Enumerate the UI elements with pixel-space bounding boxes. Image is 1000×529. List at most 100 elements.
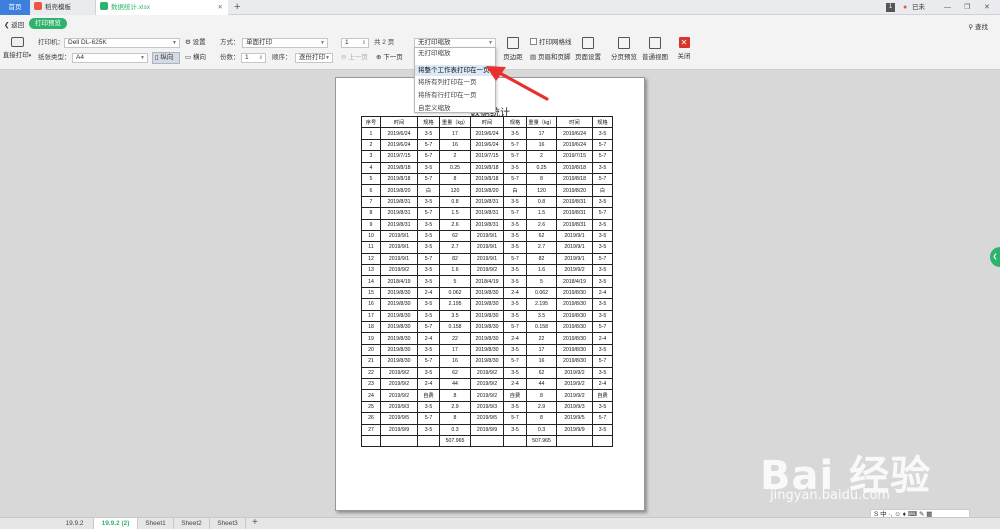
copies-input[interactable]: 1 ⇕ bbox=[241, 53, 266, 63]
close-preview-button[interactable]: ✕ 关闭 bbox=[674, 37, 694, 60]
normal-view-button[interactable]: 普通视图 bbox=[641, 37, 669, 61]
print-method-select[interactable]: 单面打印 ▼ bbox=[242, 38, 328, 48]
table-cell: 20 bbox=[361, 343, 381, 357]
next-page-button[interactable]: ⊕ 下一页 bbox=[376, 53, 403, 63]
table-cell: 3-5 bbox=[503, 161, 527, 174]
table-cell: 3-5 bbox=[592, 366, 613, 380]
table-cell: 6 bbox=[361, 184, 381, 197]
table-row: 25 2019/9/3 3-5 2.9 2019/9/3 3-5 2.9 2019/9/3 3-… bbox=[361, 400, 613, 414]
tab-home[interactable]: 首页 bbox=[0, 0, 30, 15]
new-tab-button[interactable]: + bbox=[234, 0, 240, 15]
dropdown-item[interactable]: 无打印缩放 bbox=[415, 48, 495, 59]
sheet-tab[interactable]: 19.9.2 bbox=[56, 518, 94, 529]
table-row: 20 2019/8/30 3-5 17 2019/8/30 3-5 17 2019/8/30 3… bbox=[361, 343, 613, 357]
table-cell: 3-5 bbox=[417, 229, 440, 243]
table-cell: 7 bbox=[361, 195, 381, 209]
table-cell: 24 bbox=[361, 389, 381, 402]
table-cell: 2019/9/1 bbox=[380, 229, 418, 243]
close-tab-icon[interactable]: ✕ bbox=[218, 0, 223, 15]
table-cell: 2019/8/31 bbox=[556, 195, 593, 209]
table-cell: 2019/8/30 bbox=[380, 309, 418, 323]
chevron-down-icon: ▼ bbox=[172, 40, 177, 46]
table-cell: 2019/8/31 bbox=[556, 218, 593, 231]
table-cell: 0.062 bbox=[439, 286, 471, 300]
back-button[interactable]: ❮ 返回 bbox=[4, 19, 24, 29]
prev-page-button[interactable]: ⊖ 上一页 bbox=[341, 53, 368, 63]
table-cell: 17 bbox=[439, 127, 471, 140]
table-cell: 3-5 bbox=[503, 400, 527, 414]
table-cell: 2019/8/31 bbox=[380, 218, 418, 231]
table-cell: 8 bbox=[361, 207, 381, 220]
page-number-input[interactable]: 1 ⇕ bbox=[341, 38, 369, 48]
close-icon: ✕ bbox=[678, 37, 690, 48]
table-cell: 2019/9/2 bbox=[470, 366, 504, 380]
printer-settings-button[interactable]: ⚙ 设置 bbox=[185, 38, 206, 48]
table-cell: 0.8 bbox=[439, 195, 471, 209]
table-cell: 0.3 bbox=[526, 423, 557, 436]
print-order-select[interactable]: 逐份打印 ▼ bbox=[295, 53, 333, 63]
sheet-tab[interactable]: Sheet3 bbox=[210, 518, 246, 529]
stepper-icon[interactable]: ⇕ bbox=[259, 54, 263, 62]
table-header-row: 序号 时间 规格 重量（kg） 时间 规格 重量（kg） 时间 规格 bbox=[361, 115, 613, 129]
sheet-tab-active[interactable]: 19.9.2 (2) bbox=[94, 518, 138, 529]
table-cell: 5-7 bbox=[592, 172, 613, 186]
minimize-icon[interactable]: — bbox=[944, 0, 951, 15]
dropdown-item[interactable]: 将所有行打印在一页 bbox=[415, 90, 495, 101]
portrait-button[interactable]: ▯ 纵向 bbox=[152, 52, 180, 64]
table-cell: 5-7 bbox=[592, 252, 613, 266]
table-cell: 3-5 bbox=[592, 275, 613, 288]
stepper-icon[interactable]: ⇕ bbox=[362, 39, 366, 47]
table-cell: 白 bbox=[417, 184, 440, 197]
table-cell: 2019/8/30 bbox=[380, 332, 418, 345]
table-cell: 2019/8/30 bbox=[380, 343, 418, 357]
side-panel-toggle[interactable]: ❮ bbox=[990, 247, 1000, 267]
landscape-button[interactable]: ▭ 横向 bbox=[185, 53, 206, 63]
table-cell: 2019/9/3 bbox=[380, 400, 418, 414]
find-button[interactable]: ⚲ 查找 bbox=[968, 21, 988, 31]
notification-badge[interactable]: 1 bbox=[886, 3, 895, 12]
close-window-icon[interactable]: ✕ bbox=[984, 0, 990, 15]
table-cell: 重量（kg） bbox=[526, 115, 557, 129]
table-cell: 2019/8/18 bbox=[380, 161, 418, 174]
table-cell: 0.8 bbox=[526, 195, 557, 209]
portrait-icon: ▯ bbox=[155, 54, 159, 61]
dropdown-item[interactable]: 将所有列打印在一页 bbox=[415, 77, 495, 88]
header-footer-button[interactable]: ▤ 页眉和页脚 bbox=[530, 53, 570, 63]
chevron-down-icon: ▼ bbox=[325, 55, 330, 61]
tab-docer-templates[interactable]: 稻壳模板 bbox=[30, 0, 96, 15]
page-break-preview-button[interactable]: 分页预览 bbox=[610, 37, 638, 61]
page-setup-button[interactable]: 页面设置 bbox=[574, 37, 602, 61]
direct-print-button[interactable]: 直接打印▾ bbox=[2, 37, 32, 59]
dropdown-item[interactable]: 自定义缩放 bbox=[415, 103, 495, 114]
table-row: 3 2019/7/15 5-7 2 2019/7/15 5-7 2 2019/7/15 5-7 bbox=[361, 150, 613, 163]
user-name[interactable]: 已未 bbox=[912, 0, 925, 15]
paper-type-label: 纸张类型： bbox=[38, 54, 71, 61]
table-cell: 3-5 bbox=[417, 423, 440, 436]
restore-icon[interactable]: ❐ bbox=[964, 0, 970, 15]
chevron-down-icon: ▼ bbox=[140, 55, 145, 61]
print-preview-toolbar: ❮ 返回 打印预览 ⚲ 查找 直接打印▾ 打印机： Dell DL-625K ▼ … bbox=[0, 15, 1000, 70]
margins-button[interactable]: 页边距 bbox=[502, 37, 524, 61]
printer-label: 打印机： bbox=[38, 39, 64, 46]
table-row: 19 2019/8/30 2-4 22 2019/8/30 2-4 22 2019/8/30 2… bbox=[361, 332, 613, 345]
table-cell: 2-4 bbox=[503, 286, 527, 300]
table-cell: 0.158 bbox=[526, 321, 557, 334]
table-row: 14 2018/4/19 3-5 5 2018/4/19 3-5 5 2018/4/19 3-5 bbox=[361, 275, 613, 288]
table-cell: 3-5 bbox=[592, 298, 613, 311]
tab-data-file[interactable]: 数据统计.xlsx ✕ bbox=[96, 0, 228, 15]
sheet-tab[interactable]: Sheet2 bbox=[174, 518, 210, 529]
checkbox-icon[interactable] bbox=[530, 38, 537, 45]
table-cell: 5-7 bbox=[417, 150, 440, 163]
paper-type-select[interactable]: A4 ▼ bbox=[72, 53, 148, 63]
search-icon: ⚲ bbox=[968, 24, 974, 31]
table-row: 27 2019/9/9 3-5 0.3 2019/9/9 3-5 0.3 2019/9/9 3-… bbox=[361, 423, 613, 436]
table-cell: 4 bbox=[361, 161, 381, 174]
avatar[interactable]: ● bbox=[903, 0, 907, 15]
print-gridlines-checkbox[interactable]: 打印网格线 bbox=[530, 38, 572, 48]
add-sheet-button[interactable]: + bbox=[252, 517, 258, 528]
table-cell: 0.25 bbox=[439, 161, 471, 174]
printer-select[interactable]: Dell DL-625K ▼ bbox=[64, 38, 180, 48]
sheet-tab[interactable]: Sheet1 bbox=[138, 518, 174, 529]
dropdown-item-fit-sheet[interactable]: 将整个工作表打印在一页 bbox=[415, 65, 495, 76]
table-cell: 14 bbox=[361, 275, 381, 288]
